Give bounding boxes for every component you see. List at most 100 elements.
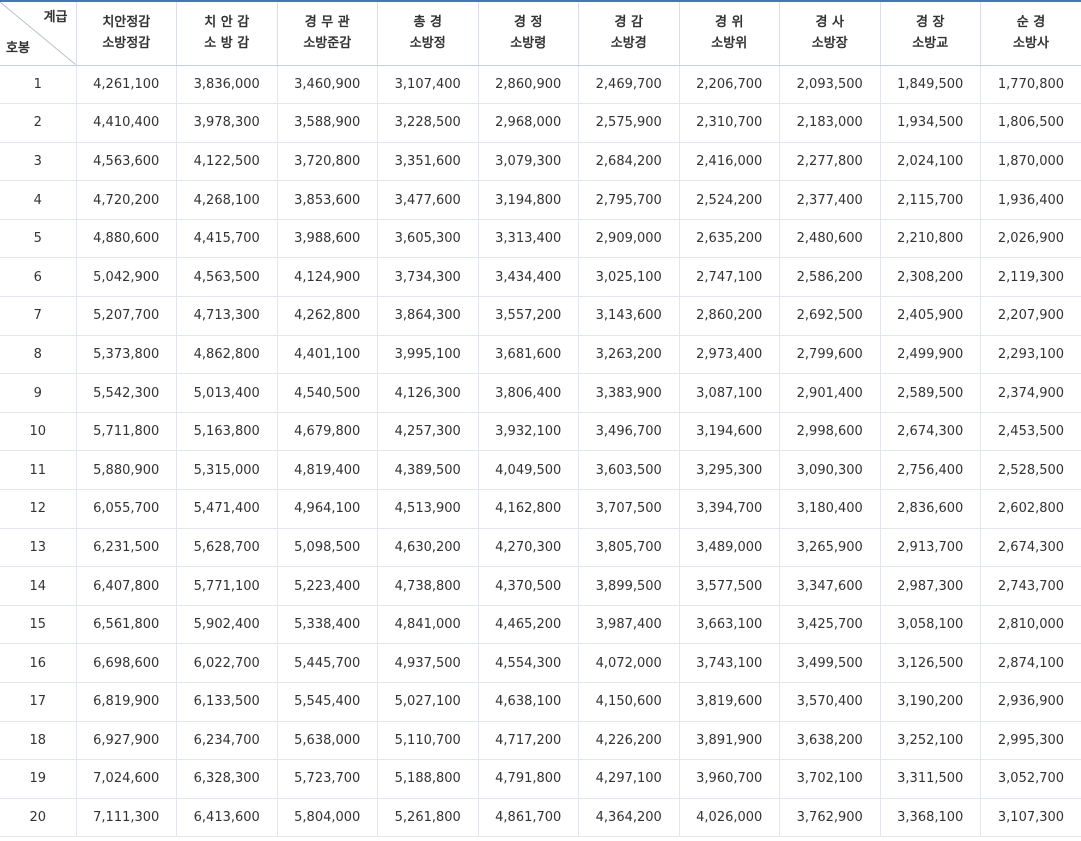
salary-cell: 2,901,400 <box>779 373 880 413</box>
salary-cell: 2,575,900 <box>578 103 679 143</box>
column-header-fire-rank: 소방사 <box>1013 36 1049 52</box>
column-header: 경 장 소방교 <box>879 1 981 66</box>
salary-cell: 2,589,500 <box>879 373 981 413</box>
salary-cell: 1,870,000 <box>980 142 1081 182</box>
salary-cell: 3,499,500 <box>779 643 880 683</box>
salary-cell: 2,674,300 <box>879 412 981 452</box>
salary-cell: 2,115,700 <box>879 180 981 220</box>
salary-cell: 5,207,700 <box>75 296 177 336</box>
step-number-cell: 7 <box>0 296 76 336</box>
table-row: 9 5,542,300 5,013,400 4,540,500 4,126,300 3,8… <box>0 373 1081 413</box>
salary-cell: 1,806,500 <box>980 103 1081 143</box>
salary-cell: 2,480,600 <box>779 219 880 259</box>
salary-cell: 4,540,500 <box>276 373 378 413</box>
column-header: 경 정 소방령 <box>477 1 579 66</box>
salary-cell: 3,194,600 <box>678 412 780 452</box>
column-header-police-rank: 경 감 <box>614 15 643 31</box>
salary-cell: 4,791,800 <box>477 759 579 799</box>
salary-cell: 4,162,800 <box>477 489 579 529</box>
salary-cell: 3,090,300 <box>779 450 880 491</box>
salary-cell: 4,262,800 <box>276 296 378 336</box>
salary-cell: 3,899,500 <box>578 566 679 606</box>
column-header-fire-rank: 소방준감 <box>303 36 352 52</box>
table-row: 16 6,698,600 6,022,700 5,445,700 4,937,500 4,… <box>0 643 1081 683</box>
step-number-cell: 4 <box>0 180 76 220</box>
salary-cell: 5,471,400 <box>176 489 277 529</box>
step-number-cell: 11 <box>0 450 76 491</box>
salary-cell: 4,513,900 <box>377 489 478 529</box>
salary-cell: 2,968,000 <box>477 103 579 143</box>
salary-cell: 4,554,300 <box>477 643 579 683</box>
salary-cell: 3,394,700 <box>678 489 780 529</box>
salary-cell: 5,445,700 <box>276 643 378 683</box>
table-row: 17 6,819,900 6,133,500 5,545,400 5,027,100 4,… <box>0 682 1081 722</box>
salary-cell: 3,588,900 <box>276 103 378 143</box>
column-header: 치안정감 소방정감 <box>75 1 177 66</box>
salary-cell: 1,936,400 <box>980 180 1081 220</box>
salary-cell: 5,027,100 <box>377 682 478 722</box>
salary-cell: 2,377,400 <box>779 180 880 220</box>
salary-cell: 3,489,000 <box>678 528 780 568</box>
salary-cell: 3,079,300 <box>477 142 579 182</box>
table-row: 14 6,407,800 5,771,100 5,223,400 4,738,800 4,… <box>0 566 1081 606</box>
salary-cell: 4,410,400 <box>75 103 177 143</box>
salary-cell: 3,988,600 <box>276 219 378 259</box>
salary-cell: 3,995,100 <box>377 335 478 375</box>
salary-cell: 5,223,400 <box>276 566 378 606</box>
step-number-cell: 19 <box>0 759 76 799</box>
salary-cell: 5,261,800 <box>377 798 478 838</box>
salary-cell: 4,124,900 <box>276 257 378 298</box>
salary-cell: 4,713,300 <box>176 296 277 336</box>
salary-cell: 3,460,900 <box>276 65 378 105</box>
salary-cell: 3,180,400 <box>779 489 880 529</box>
salary-cell: 4,465,200 <box>477 605 579 645</box>
salary-cell: 3,762,900 <box>779 798 880 838</box>
salary-cell: 4,401,100 <box>276 335 378 375</box>
salary-cell: 2,860,900 <box>477 65 579 105</box>
salary-cell: 3,932,100 <box>477 412 579 452</box>
step-number-cell: 13 <box>0 528 76 568</box>
salary-cell: 5,804,000 <box>276 798 378 838</box>
salary-cell: 6,231,500 <box>75 528 177 568</box>
salary-cell: 5,880,900 <box>75 450 177 491</box>
column-header: 경 위 소방위 <box>678 1 780 66</box>
column-header-police-rank: 치안정감 <box>102 15 151 31</box>
salary-cell: 4,738,800 <box>377 566 478 606</box>
salary-cell: 3,295,300 <box>678 450 780 491</box>
column-header-police-rank: 경 정 <box>514 15 543 31</box>
salary-cell: 4,270,300 <box>477 528 579 568</box>
salary-cell: 3,864,300 <box>377 296 478 336</box>
salary-cell: 2,913,700 <box>879 528 981 568</box>
salary-cell: 4,261,100 <box>75 65 177 105</box>
salary-cell: 4,964,100 <box>276 489 378 529</box>
salary-cell: 2,293,100 <box>980 335 1081 375</box>
salary-cell: 5,771,100 <box>176 566 277 606</box>
salary-cell: 4,364,200 <box>578 798 679 838</box>
step-number-cell: 17 <box>0 682 76 722</box>
step-number-cell: 1 <box>0 65 76 105</box>
salary-cell: 2,024,100 <box>879 142 981 182</box>
step-number-cell: 6 <box>0 257 76 298</box>
salary-cell: 3,107,400 <box>377 65 478 105</box>
salary-cell: 5,315,000 <box>176 450 277 491</box>
salary-cell: 2,799,600 <box>779 335 880 375</box>
salary-cell: 2,210,800 <box>879 219 981 259</box>
step-number-cell: 5 <box>0 219 76 259</box>
table-row: 13 6,231,500 5,628,700 5,098,500 4,630,200 4,… <box>0 528 1081 568</box>
table-row: 7 5,207,700 4,713,300 4,262,800 3,864,300 3,5… <box>0 296 1081 336</box>
step-number-cell: 10 <box>0 412 76 452</box>
salary-cell: 2,405,900 <box>879 296 981 336</box>
salary-cell: 4,150,600 <box>578 682 679 722</box>
salary-cell: 4,841,000 <box>377 605 478 645</box>
column-header-police-rank: 경 위 <box>715 15 744 31</box>
salary-cell: 6,022,700 <box>176 643 277 683</box>
salary-cell: 4,720,200 <box>75 180 177 220</box>
salary-cell: 4,563,600 <box>75 142 177 182</box>
salary-cell: 2,374,900 <box>980 373 1081 413</box>
salary-cell: 5,711,800 <box>75 412 177 452</box>
table-row: 1 4,261,100 3,836,000 3,460,900 3,107,400 2,8… <box>0 65 1081 105</box>
step-number-cell: 18 <box>0 721 76 761</box>
salary-cell: 2,874,100 <box>980 643 1081 683</box>
table-row: 6 5,042,900 4,563,500 4,124,900 3,734,300 3,4… <box>0 257 1081 298</box>
salary-cell: 4,297,100 <box>578 759 679 799</box>
